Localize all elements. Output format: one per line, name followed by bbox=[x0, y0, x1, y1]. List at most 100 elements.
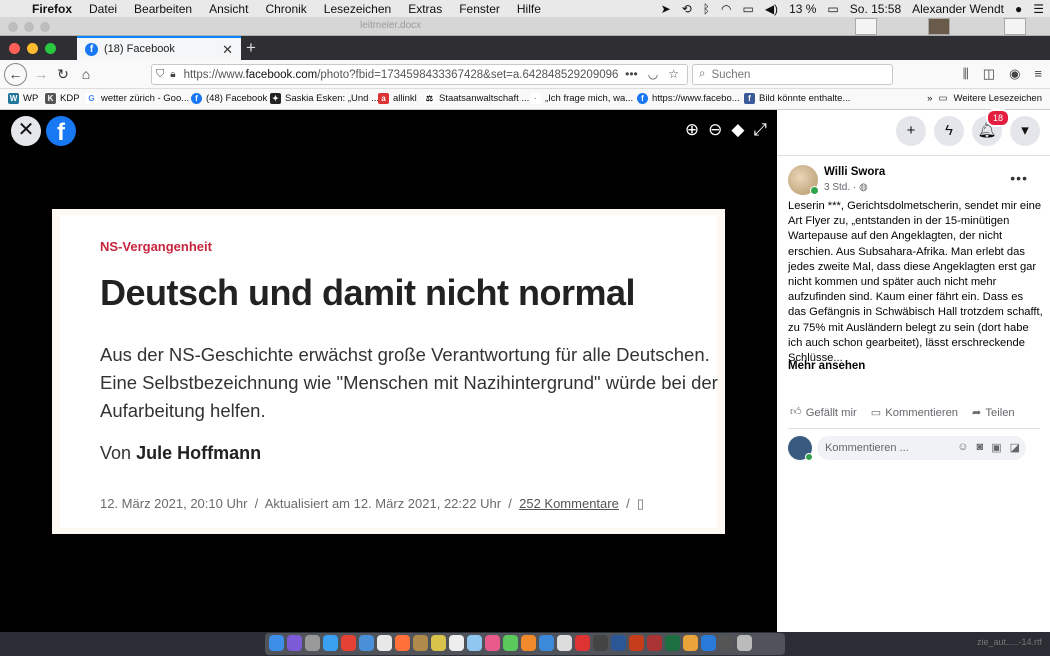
airplay-icon[interactable]: ▭ bbox=[742, 2, 753, 16]
gif-icon[interactable]: ▣ bbox=[991, 441, 1001, 454]
pages-icon[interactable] bbox=[521, 635, 536, 651]
system-prefs-icon[interactable] bbox=[557, 635, 572, 651]
comment-input[interactable]: Kommentieren ... ☺ ◙ ▣ ◪ bbox=[817, 436, 1026, 460]
bookmark-star-icon[interactable]: ☆ bbox=[668, 67, 679, 81]
itunes-icon[interactable] bbox=[485, 635, 500, 651]
bookmark-item[interactable]: f Bild könnte enthalte... bbox=[744, 93, 850, 104]
new-tab-button[interactable]: + bbox=[246, 38, 256, 58]
finder-icon[interactable] bbox=[269, 635, 284, 651]
menu-fenster[interactable]: Fenster bbox=[459, 2, 500, 16]
trash-icon[interactable] bbox=[737, 635, 752, 651]
reload-button[interactable]: ↻ bbox=[53, 64, 73, 84]
launchpad-icon[interactable] bbox=[305, 635, 320, 651]
notifications-button[interactable]: 🔔︎ 18 bbox=[972, 109, 1010, 146]
menu-firefox[interactable]: Firefox bbox=[32, 2, 72, 16]
back-button[interactable]: ← bbox=[4, 63, 27, 86]
siri-app-icon[interactable] bbox=[287, 635, 302, 651]
search-input[interactable]: ⌕ Suchen bbox=[692, 64, 893, 85]
comment-button[interactable]: ▭ Kommentieren bbox=[871, 406, 958, 420]
zoom-in-icon[interactable]: ⊕ bbox=[685, 120, 699, 140]
bookmark-item[interactable]: · „Ich frage mich, wa... bbox=[530, 93, 633, 104]
word-icon[interactable] bbox=[611, 635, 626, 651]
bookmark-item[interactable]: f https://www.facebo... bbox=[637, 93, 740, 104]
window-minimize-button[interactable] bbox=[27, 43, 38, 54]
create-button[interactable]: + bbox=[896, 116, 926, 146]
hamburger-menu-icon[interactable]: ≡ bbox=[1034, 66, 1042, 82]
menu-bearbeiten[interactable]: Bearbeiten bbox=[134, 2, 192, 16]
bluetooth-icon[interactable]: ᛒ bbox=[703, 2, 710, 16]
current-user-avatar[interactable] bbox=[788, 436, 813, 461]
messenger-icon[interactable]: ϟ bbox=[934, 116, 964, 146]
app-icon[interactable] bbox=[719, 635, 734, 651]
bg-close-dot[interactable] bbox=[8, 22, 18, 32]
library-icon[interactable]: ⫼ bbox=[963, 66, 969, 82]
bg-zoom-dot[interactable] bbox=[40, 22, 50, 32]
camera-icon[interactable]: ◙ bbox=[977, 441, 984, 454]
url-bar[interactable]: ⛉ 🔒︎ https://www.facebook.com/photo?fbid… bbox=[151, 64, 688, 85]
bookmark-item[interactable]: K KDP bbox=[45, 93, 80, 104]
menu-lesezeichen[interactable]: Lesezeichen bbox=[324, 2, 391, 16]
contacts-icon[interactable] bbox=[377, 635, 392, 651]
page-actions-icon[interactable]: ••• bbox=[625, 67, 638, 81]
account-menu-button[interactable]: ▾ bbox=[1010, 116, 1040, 146]
post-time[interactable]: 3 Std. · ◍ bbox=[824, 182, 868, 193]
firefox-icon[interactable] bbox=[395, 635, 410, 651]
photos-icon[interactable] bbox=[467, 635, 482, 651]
window-close-button[interactable] bbox=[9, 43, 20, 54]
menu-chronik[interactable]: Chronik bbox=[265, 2, 306, 16]
forward-button[interactable]: → bbox=[31, 64, 51, 84]
notes-icon[interactable] bbox=[413, 635, 428, 651]
excel-icon[interactable] bbox=[665, 635, 680, 651]
app-icon[interactable] bbox=[575, 635, 590, 651]
menu-datei[interactable]: Datei bbox=[89, 2, 117, 16]
home-button[interactable]: ⌂ bbox=[76, 64, 96, 84]
app-icon[interactable] bbox=[683, 635, 698, 651]
share-button[interactable]: ➦ Teilen bbox=[972, 406, 1015, 420]
bookmark-item[interactable]: f (48) Facebook bbox=[191, 93, 267, 104]
menubar-clock[interactable]: So. 15:58 bbox=[850, 2, 901, 16]
sidebar-icon[interactable]: ◫ bbox=[983, 66, 995, 82]
mail-icon[interactable] bbox=[359, 635, 374, 651]
see-more-link[interactable]: Mehr ansehen bbox=[788, 360, 865, 372]
stickies-icon[interactable] bbox=[431, 635, 446, 651]
zoom-out-icon[interactable]: ⊖ bbox=[708, 120, 722, 140]
tab-close-icon[interactable]: ✕ bbox=[222, 42, 233, 58]
close-photo-button[interactable]: ✕ bbox=[11, 116, 41, 146]
app-icon[interactable] bbox=[593, 635, 608, 651]
menu-extras[interactable]: Extras bbox=[408, 2, 442, 16]
author-avatar[interactable] bbox=[788, 165, 819, 195]
tag-icon[interactable]: ◆ bbox=[731, 120, 744, 140]
appstore-icon[interactable] bbox=[539, 635, 554, 651]
tab-facebook[interactable]: f (18) Facebook ✕ bbox=[77, 36, 241, 60]
fullscreen-icon[interactable]: ⤢ bbox=[753, 120, 767, 140]
facebook-logo-icon[interactable]: f bbox=[46, 116, 76, 146]
post-options-icon[interactable]: ••• bbox=[1010, 170, 1028, 186]
other-bookmarks[interactable]: Weitere Lesezeichen bbox=[953, 93, 1042, 104]
app-icon[interactable] bbox=[647, 635, 662, 651]
battery-icon[interactable]: ▭ bbox=[827, 2, 838, 16]
bookmark-item[interactable]: a allinkl bbox=[378, 93, 417, 104]
menu-ansicht[interactable]: Ansicht bbox=[209, 2, 248, 16]
bookmarks-overflow-icon[interactable]: » bbox=[927, 93, 932, 104]
window-zoom-button[interactable] bbox=[45, 43, 56, 54]
calendar-icon[interactable] bbox=[449, 635, 464, 651]
emoji-icon[interactable]: ☺ bbox=[957, 441, 968, 454]
menu-hilfe[interactable]: Hilfe bbox=[517, 2, 541, 16]
volume-icon[interactable]: ◀) bbox=[765, 2, 778, 16]
powerpoint-icon[interactable] bbox=[629, 635, 644, 651]
account-icon[interactable]: ◉ bbox=[1009, 66, 1020, 82]
post-author[interactable]: Willi Swora bbox=[824, 166, 885, 178]
pocket-icon[interactable]: ◡ bbox=[648, 67, 658, 81]
menubar-user[interactable]: Alexander Wendt bbox=[912, 2, 1004, 16]
chrome-icon[interactable] bbox=[341, 635, 356, 651]
bookmark-item[interactable]: ✦ Saskia Esken: „Und ... bbox=[270, 93, 379, 104]
numbers-icon[interactable] bbox=[503, 635, 518, 651]
notification-center-icon[interactable]: ☰ bbox=[1033, 2, 1044, 16]
like-button[interactable]: 👍︎ Gefällt mir bbox=[790, 406, 857, 419]
tracking-protection-icon[interactable]: ⛉ bbox=[156, 68, 164, 81]
lock-icon[interactable]: 🔒︎ bbox=[170, 69, 175, 80]
wifi-icon[interactable]: ◠ bbox=[721, 2, 731, 16]
bookmark-item[interactable]: Gwetter zürich - Goo... bbox=[86, 93, 189, 104]
app-icon[interactable] bbox=[701, 635, 716, 651]
bg-minimize-dot[interactable] bbox=[24, 22, 34, 32]
